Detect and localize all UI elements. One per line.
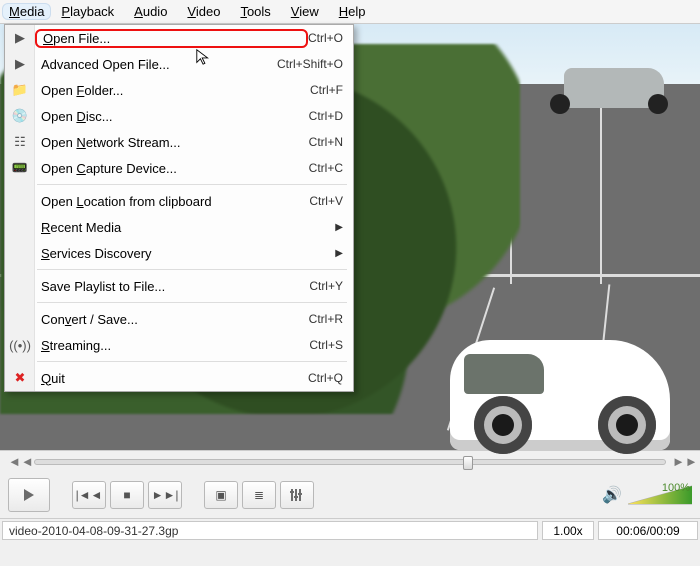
background-car bbox=[564, 68, 664, 108]
seek-track[interactable] bbox=[34, 459, 666, 465]
next-button[interactable]: ►►| bbox=[148, 481, 182, 509]
menu-item-convert-save[interactable]: Convert / Save...Ctrl+R bbox=[5, 306, 353, 332]
shortcut-label: Ctrl+Q bbox=[308, 371, 343, 385]
shortcut-label: Ctrl+F bbox=[310, 83, 343, 97]
menu-item-open-folder[interactable]: 📁 Open Folder...Ctrl+F bbox=[5, 77, 353, 103]
volume-percent: 100% bbox=[662, 482, 690, 494]
menu-item-label: Quit bbox=[41, 371, 308, 386]
menu-item-streaming[interactable]: ((•)) Streaming...Ctrl+S bbox=[5, 332, 353, 358]
open-icon: 💿 bbox=[10, 106, 30, 126]
menu-item-open-file[interactable]: ▶ Open File...Ctrl+O bbox=[5, 25, 353, 51]
open-icon: ☷ bbox=[10, 132, 30, 152]
menu-item-label: Services Discovery bbox=[41, 246, 335, 261]
shortcut-label: Ctrl+R bbox=[309, 312, 343, 326]
fullscreen-button[interactable]: ▣ bbox=[204, 481, 238, 509]
status-bar: video-2010-04-08-09-31-27.3gp 1.00x 00:0… bbox=[0, 518, 700, 542]
submenu-arrow-icon: ▶ bbox=[335, 222, 343, 233]
stop-button[interactable]: ■ bbox=[110, 481, 144, 509]
open-icon: 📟 bbox=[10, 158, 30, 178]
prev-button[interactable]: |◄◄ bbox=[72, 481, 106, 509]
menu-view[interactable]: View bbox=[281, 2, 329, 21]
menu-item-label: Open Capture Device... bbox=[41, 161, 309, 176]
menu-video[interactable]: Video bbox=[177, 2, 230, 21]
controls-toolbar: |◄◄ ■ ►►| ▣ ≣ 🔊 100% bbox=[0, 472, 700, 518]
menu-item-label: Advanced Open File... bbox=[41, 57, 277, 72]
shortcut-label: Ctrl+Shift+O bbox=[277, 57, 343, 71]
menu-item-label: Streaming... bbox=[41, 338, 309, 353]
foreground-car bbox=[450, 340, 670, 450]
menu-audio[interactable]: Audio bbox=[124, 2, 177, 21]
playback-speed[interactable]: 1.00x bbox=[542, 521, 594, 540]
menubar: MediaPlaybackAudioVideoToolsViewHelp bbox=[0, 0, 700, 24]
menu-item-label: Open Location from clipboard bbox=[41, 194, 309, 209]
shortcut-label: Ctrl+Y bbox=[309, 279, 343, 293]
menu-item-label: Open File... bbox=[35, 29, 308, 48]
menu-item-recent-media[interactable]: Recent Media▶ bbox=[5, 214, 353, 240]
seek-fwd-icon[interactable]: ►► bbox=[672, 454, 692, 469]
shortcut-label: Ctrl+S bbox=[309, 338, 343, 352]
shortcut-label: Ctrl+V bbox=[309, 194, 343, 208]
playlist-button[interactable]: ≣ bbox=[242, 481, 276, 509]
menu-item-label: Open Disc... bbox=[41, 109, 309, 124]
shortcut-label: Ctrl+C bbox=[309, 161, 343, 175]
menu-playback[interactable]: Playback bbox=[51, 2, 124, 21]
filename-field[interactable]: video-2010-04-08-09-31-27.3gp bbox=[2, 521, 538, 540]
media-menu-dropdown: ▶ Open File...Ctrl+O ▶ Advanced Open File..… bbox=[4, 24, 354, 392]
menu-item-services-discovery[interactable]: Services Discovery▶ bbox=[5, 240, 353, 266]
menu-item-open-location-from-clipboard[interactable]: Open Location from clipboardCtrl+V bbox=[5, 188, 353, 214]
menu-item-advanced-open-file[interactable]: ▶ Advanced Open File...Ctrl+Shift+O bbox=[5, 51, 353, 77]
menu-item-open-network-stream[interactable]: ☷ Open Network Stream...Ctrl+N bbox=[5, 129, 353, 155]
menu-item-open-disc[interactable]: 💿 Open Disc...Ctrl+D bbox=[5, 103, 353, 129]
shortcut-label: Ctrl+D bbox=[309, 109, 343, 123]
open-icon: 📁 bbox=[10, 80, 30, 100]
menu-item-open-capture-device[interactable]: 📟 Open Capture Device...Ctrl+C bbox=[5, 155, 353, 181]
speaker-icon[interactable]: 🔊 bbox=[602, 485, 622, 505]
volume-control[interactable]: 🔊 100% bbox=[602, 484, 692, 506]
menu-item-label: Recent Media bbox=[41, 220, 335, 235]
settings-button[interactable] bbox=[280, 481, 314, 509]
shortcut-label: Ctrl+N bbox=[309, 135, 343, 149]
seek-thumb[interactable] bbox=[463, 456, 473, 470]
seek-back-icon[interactable]: ◄◄ bbox=[8, 454, 28, 469]
menu-tools[interactable]: Tools bbox=[230, 2, 280, 21]
menu-item-quit[interactable]: ✖ QuitCtrl+Q bbox=[5, 365, 353, 391]
menu-item-label: Save Playlist to File... bbox=[41, 279, 309, 294]
menu-help[interactable]: Help bbox=[329, 2, 376, 21]
time-display: 00:06/00:09 bbox=[598, 521, 698, 540]
menu-item-label: Open Folder... bbox=[41, 83, 310, 98]
menu-item-save-playlist-to-file[interactable]: Save Playlist to File...Ctrl+Y bbox=[5, 273, 353, 299]
menu-item-label: Open Network Stream... bbox=[41, 135, 309, 150]
menu-media[interactable]: Media bbox=[2, 3, 51, 20]
menu-item-label: Convert / Save... bbox=[41, 312, 309, 327]
seek-bar: ◄◄ ►► bbox=[0, 450, 700, 472]
quit-icon: ✖ bbox=[10, 368, 30, 388]
shortcut-label: Ctrl+O bbox=[308, 31, 343, 45]
submenu-arrow-icon: ▶ bbox=[335, 248, 343, 259]
advanced-icon: ▶ bbox=[10, 54, 30, 74]
streaming...-icon: ((•)) bbox=[10, 335, 30, 355]
open-icon: ▶ bbox=[10, 28, 30, 48]
play-button[interactable] bbox=[8, 478, 50, 512]
